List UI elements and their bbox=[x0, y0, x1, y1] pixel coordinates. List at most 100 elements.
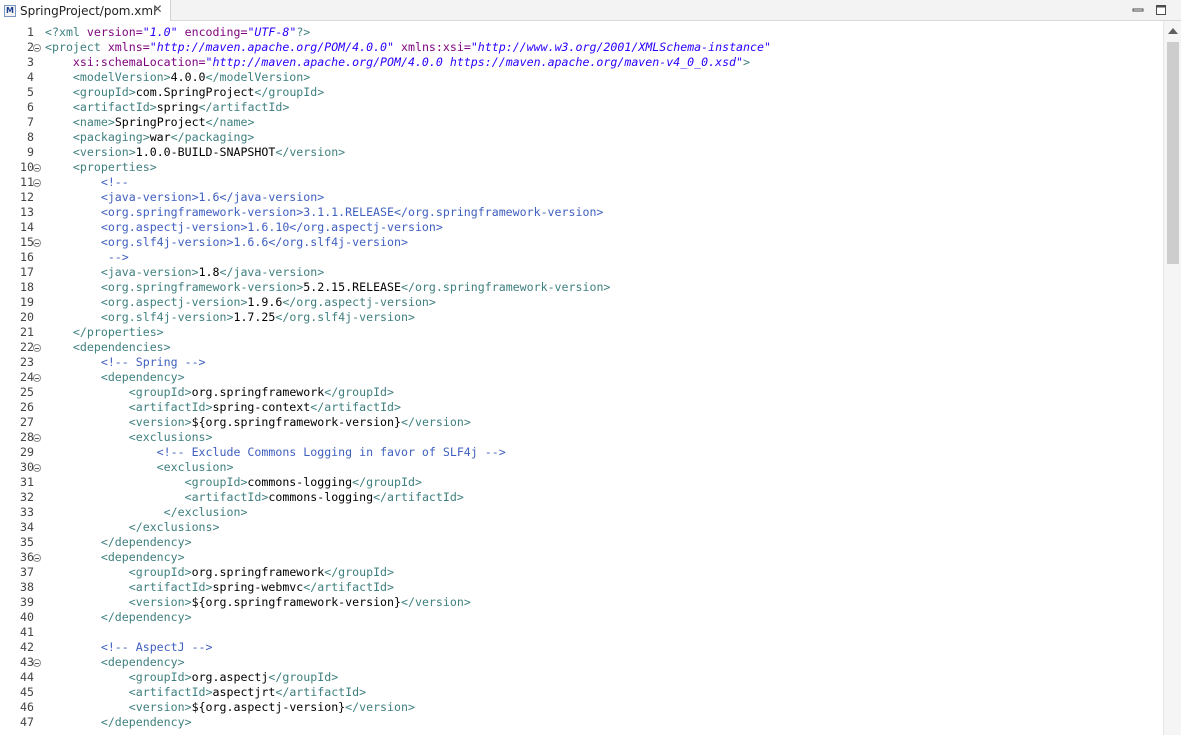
code-line[interactable]: <project xmlns="http://maven.apache.org/… bbox=[45, 40, 771, 55]
code-line[interactable]: <!-- AspectJ --> bbox=[45, 640, 213, 655]
line-number: 30 bbox=[20, 460, 34, 474]
code-line[interactable]: <!-- Exclude Commons Logging in favor of… bbox=[45, 445, 506, 460]
code-token: spring-webmvc bbox=[212, 580, 304, 594]
line-number: 5 bbox=[27, 85, 34, 99]
code-token: <artifactId> bbox=[45, 400, 213, 414]
code-line[interactable]: <java-version>1.8</java-version> bbox=[45, 265, 324, 280]
code-line[interactable]: <exclusions> bbox=[45, 430, 213, 445]
code-line[interactable]: <name>SpringProject</name> bbox=[45, 115, 255, 130]
code-token: <dependency> bbox=[45, 550, 185, 564]
code-token: "1.0" bbox=[142, 25, 178, 39]
code-token: </name> bbox=[205, 115, 255, 129]
code-line[interactable]: <org.slf4j-version>1.6.6</org.slf4j-vers… bbox=[45, 235, 408, 250]
code-line[interactable]: </properties> bbox=[45, 325, 164, 340]
line-number: 40 bbox=[20, 610, 34, 624]
code-line[interactable]: </dependency> bbox=[45, 715, 192, 730]
code-line[interactable]: <dependencies> bbox=[45, 340, 171, 355]
code-line[interactable]: <properties> bbox=[45, 160, 157, 175]
fold-toggle-icon[interactable] bbox=[33, 554, 41, 562]
code-line[interactable]: <groupId>com.SpringProject</groupId> bbox=[45, 85, 324, 100]
code-line[interactable]: <groupId>org.aspectj</groupId> bbox=[45, 670, 338, 685]
code-token: > bbox=[743, 55, 750, 69]
code-line[interactable]: <version>1.0.0-BUILD-SNAPSHOT</version> bbox=[45, 145, 345, 160]
code-token: </version> bbox=[345, 700, 415, 714]
code-line[interactable]: <org.slf4j-version>1.7.25</org.slf4j-ver… bbox=[45, 310, 415, 325]
code-line[interactable]: </exclusions> bbox=[45, 520, 220, 535]
line-number: 8 bbox=[27, 130, 34, 144]
code-line[interactable]: </dependency> bbox=[45, 535, 192, 550]
code-token: SpringProject bbox=[114, 115, 206, 129]
code-line[interactable]: <artifactId>aspectjrt</artifactId> bbox=[45, 685, 366, 700]
code-token: xsi:schemaLocation= bbox=[45, 55, 206, 69]
maximize-icon[interactable] bbox=[1154, 3, 1168, 17]
editor-tab-bar: M SpringProject/pom.xml ✕ bbox=[0, 0, 1181, 21]
code-token: <java-version>1.6</java-version> bbox=[45, 190, 325, 204]
code-line[interactable]: <dependency> bbox=[45, 370, 185, 385]
tab-pom-xml[interactable]: M SpringProject/pom.xml ✕ bbox=[0, 0, 171, 21]
xml-source-editor[interactable]: 1 2 3 4 5 6 7 8 9 10 11 12 13 14 15 16 17 18 19 20 21 22 23 24 2… bbox=[0, 21, 1181, 735]
code-line[interactable]: <artifactId>spring-webmvc</artifactId> bbox=[45, 580, 394, 595]
line-number: 44 bbox=[20, 670, 34, 684]
line-number: 23 bbox=[20, 355, 34, 369]
code-token: "UTF-8" bbox=[247, 25, 297, 39]
code-line[interactable]: <?xml version="1.0" encoding="UTF-8"?> bbox=[45, 25, 310, 40]
code-token: <version> bbox=[45, 415, 192, 429]
code-line[interactable]: <version>${org.springframework-version}<… bbox=[45, 415, 471, 430]
line-number: 4 bbox=[27, 70, 34, 84]
code-line[interactable]: <packaging>war</packaging> bbox=[45, 130, 255, 145]
code-line[interactable]: <org.springframework-version>3.1.1.RELEA… bbox=[45, 205, 604, 220]
code-line[interactable]: <version>${org.springframework-version}<… bbox=[45, 595, 471, 610]
line-number: 31 bbox=[20, 475, 34, 489]
fold-toggle-icon[interactable] bbox=[33, 179, 41, 187]
fold-toggle-icon[interactable] bbox=[33, 164, 41, 172]
code-token: </modelVersion> bbox=[205, 70, 311, 84]
line-number: 39 bbox=[20, 595, 34, 609]
code-line[interactable]: <groupId>commons-logging</groupId> bbox=[45, 475, 422, 490]
code-token: war bbox=[149, 130, 171, 144]
fold-toggle-icon[interactable] bbox=[33, 374, 41, 382]
code-token: <!-- AspectJ --> bbox=[45, 640, 213, 654]
code-line[interactable]: <!-- Spring --> bbox=[45, 355, 206, 370]
scrollbar-thumb[interactable] bbox=[1167, 42, 1179, 264]
code-line[interactable]: <java-version>1.6</java-version> bbox=[45, 190, 324, 205]
scroll-up-arrow-icon[interactable] bbox=[1168, 28, 1178, 34]
fold-toggle-icon[interactable] bbox=[33, 239, 41, 247]
vertical-scrollbar[interactable] bbox=[1163, 21, 1181, 735]
code-token: org.springframework bbox=[191, 385, 325, 399]
code-token: </org.aspectj-version> bbox=[282, 295, 436, 309]
code-line[interactable]: <artifactId>spring</artifactId> bbox=[45, 100, 289, 115]
code-line[interactable]: </exclusion> bbox=[45, 505, 248, 520]
code-line[interactable]: <!-- bbox=[45, 175, 129, 190]
code-line[interactable]: <artifactId>spring-context</artifactId> bbox=[45, 400, 401, 415]
fold-toggle-icon[interactable] bbox=[33, 659, 41, 667]
code-token: 1.0.0-BUILD-SNAPSHOT bbox=[135, 145, 276, 159]
code-token: "http://maven.apache.org/POM/4.0.0" bbox=[149, 40, 395, 54]
code-line[interactable]: <org.aspectj-version>1.9.6</org.aspectj-… bbox=[45, 295, 436, 310]
code-line[interactable]: <org.springframework-version>5.2.15.RELE… bbox=[45, 280, 611, 295]
code-line[interactable]: xsi:schemaLocation="http://maven.apache.… bbox=[45, 55, 750, 70]
fold-toggle-icon[interactable] bbox=[33, 344, 41, 352]
code-line[interactable]: <dependency> bbox=[45, 655, 185, 670]
code-line[interactable]: <groupId>org.springframework</groupId> bbox=[45, 565, 394, 580]
code-line[interactable]: --> bbox=[45, 250, 129, 265]
code-line[interactable]: <dependency> bbox=[45, 550, 185, 565]
code-token: <dependency> bbox=[45, 655, 185, 669]
line-number: 47 bbox=[20, 715, 34, 729]
line-number: 21 bbox=[20, 325, 34, 339]
close-icon[interactable]: ✕ bbox=[151, 3, 164, 16]
code-line[interactable]: <exclusion> bbox=[45, 460, 234, 475]
fold-toggle-icon[interactable] bbox=[33, 434, 41, 442]
fold-toggle-icon[interactable] bbox=[33, 464, 41, 472]
code-token: version= bbox=[86, 25, 143, 39]
code-token: 4.0.0 bbox=[170, 70, 206, 84]
code-line[interactable]: <artifactId>commons-logging</artifactId> bbox=[45, 490, 464, 505]
code-token: </org.slf4j-version> bbox=[275, 310, 415, 324]
code-line[interactable]: <groupId>org.springframework</groupId> bbox=[45, 385, 394, 400]
code-line[interactable]: <org.aspectj-version>1.6.10</org.aspectj… bbox=[45, 220, 443, 235]
code-token: 1.7.25 bbox=[233, 310, 276, 324]
code-line[interactable]: <modelVersion>4.0.0</modelVersion> bbox=[45, 70, 310, 85]
fold-toggle-icon[interactable] bbox=[33, 44, 41, 52]
code-line[interactable]: </dependency> bbox=[45, 610, 192, 625]
code-line[interactable]: <version>${org.aspectj-version}</version… bbox=[45, 700, 415, 715]
minimize-icon[interactable] bbox=[1131, 3, 1145, 17]
